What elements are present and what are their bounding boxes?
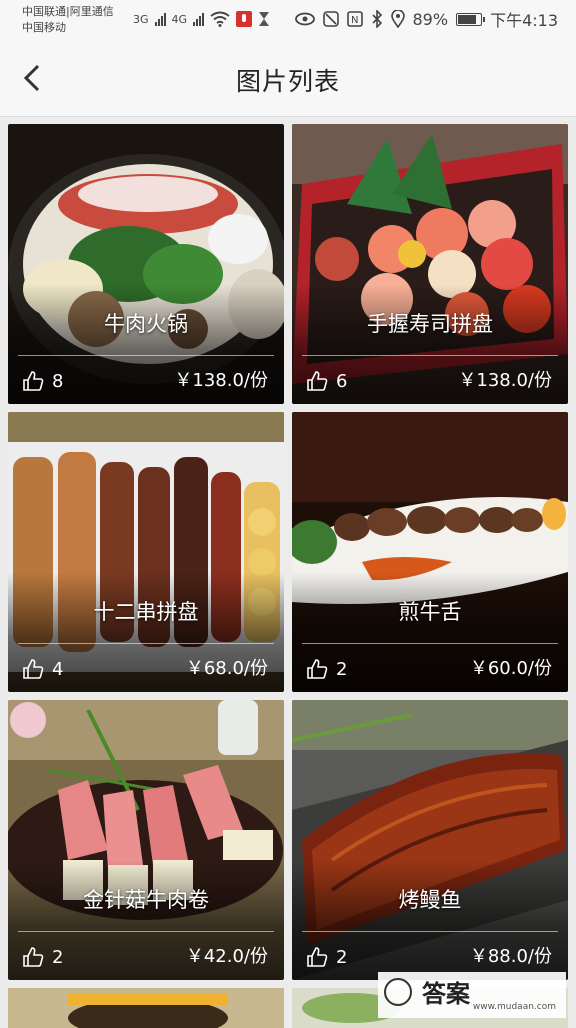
eye-icon	[294, 12, 315, 26]
mute-icon	[322, 11, 339, 27]
watermark-logo-icon	[384, 978, 412, 1006]
dish-card[interactable]: 十二串拼盘 4 ￥68.0/份	[8, 412, 284, 692]
watermark-text: 答案	[422, 980, 470, 1008]
thumbs-up-icon[interactable]	[22, 370, 44, 392]
watermark-url: www.mudaan.com	[472, 1002, 556, 1012]
carrier-line-1: 中国联通|阿里通信	[22, 5, 114, 18]
dish-name: 烤鳗鱼	[398, 888, 462, 912]
thumbs-up-icon[interactable]	[306, 370, 328, 392]
like-count: 2	[336, 946, 348, 968]
status-bar: 中国联通|阿里通信 中国移动 3G 4G N 89% 下午4:13	[0, 0, 576, 40]
battery-icon	[456, 12, 486, 26]
bluetooth-icon	[371, 10, 382, 28]
svg-text:N: N	[351, 15, 358, 26]
like-count: 6	[336, 370, 348, 392]
signal-icon-1	[154, 12, 166, 26]
divider	[18, 931, 274, 932]
status-right: N 89% 下午4:13	[294, 9, 558, 30]
navigation-bar: 图片列表	[0, 40, 576, 117]
dish-name: 手握寿司拼盘	[367, 312, 493, 336]
watermark: 答案 www.mudaan.com	[378, 972, 566, 1018]
carrier-info: 中国联通|阿里通信 中国移动	[22, 4, 114, 36]
dish-price: ￥88.0/份	[469, 946, 552, 967]
network-type-2: 4G	[171, 12, 188, 26]
dish-name: 金针菇牛肉卷	[83, 888, 209, 912]
thumbs-up-icon[interactable]	[306, 946, 328, 968]
dish-price: ￥42.0/份	[185, 946, 268, 967]
dish-name: 十二串拼盘	[93, 600, 199, 624]
divider	[18, 643, 274, 644]
hourglass-icon	[259, 12, 270, 26]
dish-card-partial[interactable]	[8, 988, 284, 1028]
image-list: 牛肉火锅 8 ￥138.0/份 手握寿司拼盘 6 ￥138.0/份 十二串拼盘 …	[0, 117, 576, 1028]
like-count: 4	[52, 658, 64, 680]
divider	[18, 355, 274, 356]
thumbs-up-icon[interactable]	[306, 658, 328, 680]
dish-photo	[8, 988, 284, 1028]
thumbs-up-icon[interactable]	[22, 946, 44, 968]
likes: 2	[22, 946, 63, 968]
page-title: 图片列表	[235, 67, 340, 96]
network-type-1: 3G	[133, 12, 149, 26]
nfc-icon: N	[346, 11, 363, 27]
battery-percent: 89%	[412, 9, 449, 29]
dish-card[interactable]: 牛肉火锅 8 ￥138.0/份	[8, 124, 284, 404]
likes: 6	[306, 370, 347, 392]
like-count: 8	[52, 370, 64, 392]
likes: 2	[306, 658, 347, 680]
network-indicators: 3G 4G	[133, 9, 270, 29]
dish-price: ￥68.0/份	[185, 658, 268, 679]
signal-icon-2	[193, 12, 205, 26]
thumbs-up-icon[interactable]	[22, 658, 44, 680]
like-count: 2	[52, 946, 64, 968]
clock: 下午4:13	[490, 11, 558, 30]
likes: 4	[22, 658, 63, 680]
dish-price: ￥138.0/份	[458, 370, 552, 391]
dish-card[interactable]: 金针菇牛肉卷 2 ￥42.0/份	[8, 700, 284, 980]
divider	[302, 355, 558, 356]
divider	[302, 931, 558, 932]
microphone-icon	[236, 11, 253, 27]
dish-card[interactable]: 手握寿司拼盘 6 ￥138.0/份	[292, 124, 568, 404]
location-icon	[390, 10, 405, 28]
like-count: 2	[336, 658, 348, 680]
wifi-icon	[210, 11, 230, 27]
dish-card[interactable]: 煎牛舌 2 ￥60.0/份	[292, 412, 568, 692]
dish-name: 牛肉火锅	[104, 312, 188, 336]
carrier-line-2: 中国移动	[22, 21, 66, 34]
dish-card[interactable]: 烤鳗鱼 2 ￥88.0/份	[292, 700, 568, 980]
dish-price: ￥138.0/份	[174, 370, 268, 391]
likes: 2	[306, 946, 347, 968]
likes: 8	[22, 370, 63, 392]
divider	[302, 643, 558, 644]
dish-name: 煎牛舌	[398, 600, 462, 624]
dish-price: ￥60.0/份	[469, 658, 552, 679]
